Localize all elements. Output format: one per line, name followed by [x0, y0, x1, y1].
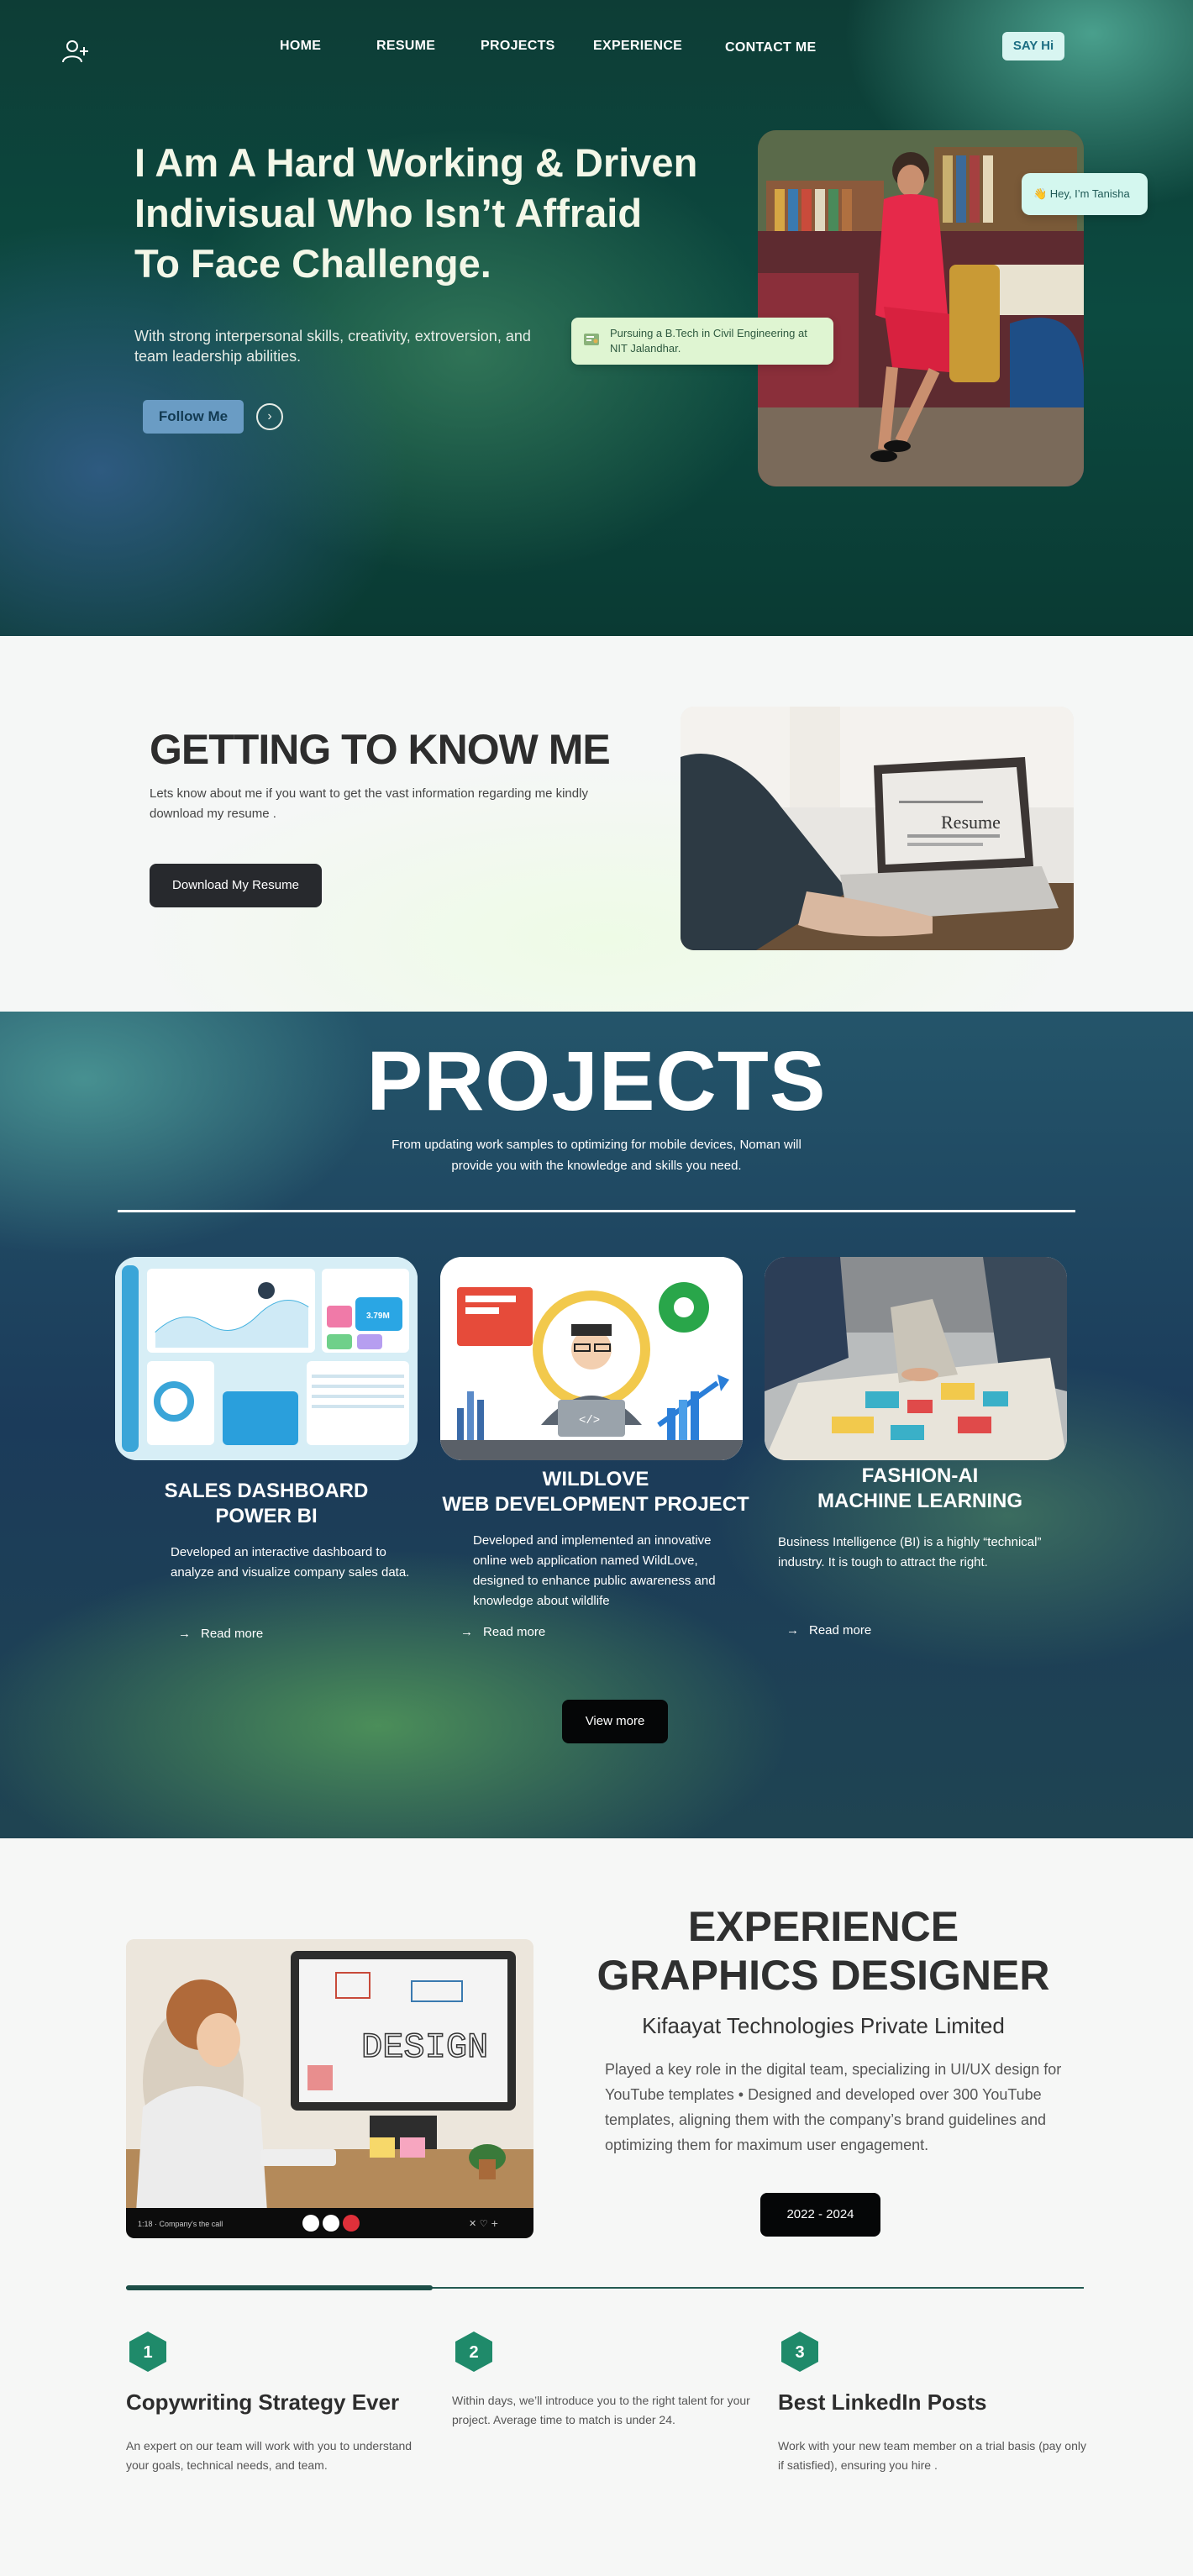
- project-title-line: WILDLOVE: [542, 1468, 649, 1490]
- read-more-link-3[interactable]: → Read more: [786, 1623, 871, 1638]
- arrow-right-icon[interactable]: ›: [256, 403, 283, 430]
- step-badge-3: 3: [781, 2332, 818, 2372]
- projects-section: PROJECTS From updating work samples to o…: [0, 1012, 1193, 1838]
- hero-subtitle: With strong interpersonal skills, creati…: [134, 328, 531, 365]
- date-range-badge[interactable]: 2022 - 2024: [760, 2193, 880, 2237]
- end-call-icon[interactable]: [343, 2215, 360, 2232]
- follow-me-button[interactable]: Follow Me: [143, 400, 244, 434]
- project-desc-2: Developed and implemented an innovative …: [473, 1533, 716, 1608]
- step-badge-1: 1: [129, 2332, 166, 2372]
- hero-title-line: To Face Challenge.: [134, 241, 491, 286]
- about-text: Lets know about me if you want to get th…: [150, 786, 588, 821]
- experience-title-line: GRAPHICS DESIGNER: [596, 1952, 1050, 1999]
- project-title-line: SALES DASHBOARD: [164, 1480, 369, 1502]
- project-image-fashion-ai[interactable]: [765, 1257, 1067, 1460]
- nav-experience[interactable]: EXPERIENCE: [593, 39, 682, 54]
- read-more-label: Read more: [483, 1625, 546, 1639]
- experience-title: EXPERIENCE GRAPHICS DESIGNER: [588, 1902, 1059, 2000]
- nav-projects[interactable]: PROJECTS: [481, 39, 555, 54]
- project-desc-3: Business Intelligence (BI) is a highly “…: [778, 1535, 1042, 1569]
- project-image-wildlove[interactable]: </>: [440, 1257, 743, 1460]
- certificate-icon: [584, 334, 599, 345]
- project-title-2: WILDLOVE WEB DEVELOPMENT PROJECT: [440, 1467, 751, 1517]
- code-tag: </>: [579, 1414, 600, 1427]
- company-name: Kifaayat Technologies Private Limited: [642, 2013, 1005, 2038]
- designer-workspace-image: DESIGN 1:18 · Company's the call ✕ ♡ +: [126, 1939, 533, 2238]
- hero-title-line: I Am A Hard Working & Driven: [134, 140, 698, 185]
- project-title-line: MACHINE LEARNING: [817, 1490, 1022, 1512]
- project-title-line: FASHION-AI: [861, 1464, 979, 1487]
- screen-design-text: DESIGN: [361, 2027, 488, 2068]
- greeting-pill: 👋 Hey, I’m Tanisha: [1022, 173, 1148, 215]
- svg-text:✕ ♡ +: ✕ ♡ +: [469, 2218, 498, 2229]
- progress-fill: [126, 2285, 433, 2290]
- experience-title-line: EXPERIENCE: [687, 1903, 959, 1950]
- read-more-label: Read more: [201, 1627, 264, 1641]
- projects-title: PROJECTS: [366, 1034, 827, 1128]
- step-desc-1: An expert on our team will work with you…: [126, 2439, 413, 2472]
- read-more-link-2[interactable]: → Read more: [460, 1625, 545, 1639]
- project-image-sales-dashboard[interactable]: 3.79M: [115, 1257, 418, 1460]
- resume-laptop-image: Resume: [681, 707, 1074, 950]
- hero-section: HOME RESUME PROJECTS EXPERIENCE CONTACT …: [0, 0, 1193, 636]
- about-title: GETTING TO KNOW ME: [150, 726, 611, 773]
- arrow-right-icon: →: [178, 1627, 191, 1641]
- step-desc-2: Within days, we’ll introduce you to the …: [452, 2394, 750, 2426]
- project-title-line: WEB DEVELOPMENT PROJECT: [442, 1493, 749, 1516]
- divider: [118, 1210, 1075, 1212]
- nav-home[interactable]: HOME: [280, 39, 321, 54]
- hero-title-line: Indivisual Who Isn’t Affraid: [134, 191, 643, 235]
- education-text: Pursuing a B.Tech in Civil Engineering a…: [610, 327, 807, 355]
- nav-contact[interactable]: CONTACT ME: [725, 40, 816, 55]
- step-title-1: Copywriting Strategy Ever: [126, 2389, 400, 2415]
- arrow-right-icon: →: [786, 1623, 799, 1638]
- project-desc-1: Developed an interactive dashboard to an…: [171, 1545, 410, 1580]
- step-badge-2: 2: [455, 2332, 492, 2372]
- mic-icon[interactable]: [302, 2215, 319, 2232]
- experience-desc: Played a key role in the digital team, s…: [605, 2061, 1062, 2153]
- step-title-3: Best LinkedIn Posts: [778, 2389, 987, 2415]
- arrow-right-icon: →: [460, 1625, 473, 1639]
- step-number: 1: [143, 2343, 152, 2362]
- project-title-3: FASHION-AI MACHINE LEARNING: [765, 1464, 1075, 1514]
- read-more-label: Read more: [809, 1623, 872, 1638]
- nav-resume[interactable]: RESUME: [376, 39, 435, 54]
- download-resume-button[interactable]: Download My Resume: [150, 864, 322, 907]
- step-number: 2: [469, 2343, 478, 2362]
- resume-screen-text: Resume: [941, 812, 1001, 833]
- say-hi-button[interactable]: SAY Hi: [1002, 32, 1064, 60]
- education-pill: Pursuing a B.Tech in Civil Engineering a…: [571, 318, 833, 365]
- step-desc-3: Work with your new team member on a tria…: [778, 2439, 1086, 2472]
- project-title-1: SALES DASHBOARD POWER BI: [115, 1479, 418, 1529]
- about-section: GETTING TO KNOW ME Lets know about me if…: [0, 636, 1193, 1012]
- dashboard-metric: 3.79M: [366, 1312, 390, 1321]
- video-time: 1:18 · Company's the call: [138, 2220, 223, 2228]
- project-title-line: POWER BI: [215, 1505, 318, 1527]
- experience-section: DESIGN 1:18 · Company's the call ✕ ♡ + E…: [0, 1838, 1193, 2576]
- projects-subtitle: From updating work samples to optimizing…: [392, 1138, 801, 1173]
- hero-title: I Am A Hard Working & Driven Indivisual …: [134, 138, 739, 289]
- read-more-link-1[interactable]: → Read more: [178, 1627, 263, 1641]
- view-more-button[interactable]: View more: [562, 1700, 668, 1743]
- camera-icon[interactable]: [323, 2215, 339, 2232]
- step-number: 3: [795, 2343, 804, 2362]
